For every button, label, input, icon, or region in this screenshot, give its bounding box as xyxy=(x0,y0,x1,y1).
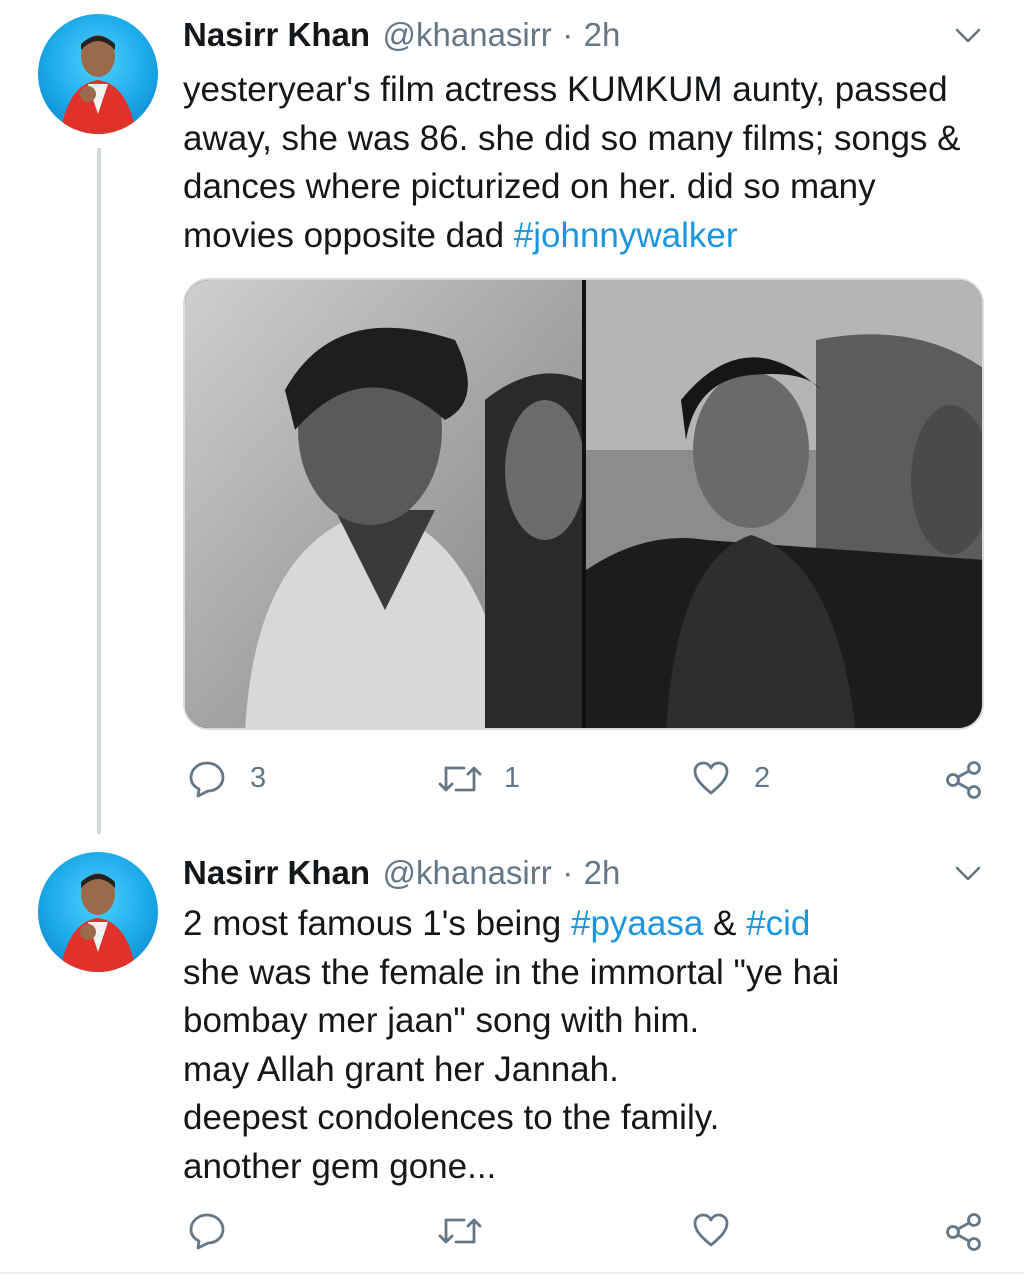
reply-icon[interactable] xyxy=(188,1212,226,1250)
tweet-text: 2 most famous 1's being #pyaasa & #cid s… xyxy=(183,900,1003,1191)
tweet-text-body: 2 most famous 1's being xyxy=(183,904,571,943)
like-count: 2 xyxy=(754,762,771,794)
author-handle[interactable]: @khanasirr xyxy=(383,16,552,53)
hashtag-link[interactable]: #pyaasa xyxy=(571,904,703,943)
author-handle[interactable]: @khanasirr xyxy=(383,854,552,891)
separator-dot: · xyxy=(562,854,574,891)
heart-icon[interactable] xyxy=(692,1212,730,1248)
share-icon[interactable] xyxy=(944,1212,984,1252)
reply-icon[interactable] xyxy=(188,760,226,798)
tweet-media-grid xyxy=(183,278,984,730)
tweet-text-body: she was the female in the immortal "ye h… xyxy=(183,952,840,1186)
media-photo-left[interactable] xyxy=(185,280,585,728)
retweet-count: 1 xyxy=(504,762,521,794)
divider xyxy=(0,1272,1024,1274)
tweet-text: yesteryear's film actress KUMKUM aunty, … xyxy=(183,66,1003,260)
heart-icon[interactable] xyxy=(692,760,730,796)
author-name[interactable]: Nasirr Khan xyxy=(183,854,370,891)
retweet-icon[interactable] xyxy=(438,1214,482,1248)
reply-count: 3 xyxy=(250,762,267,794)
share-icon[interactable] xyxy=(944,760,984,800)
chevron-down-icon[interactable] xyxy=(955,866,981,882)
retweet-icon[interactable] xyxy=(438,762,482,796)
hashtag-link[interactable]: #cid xyxy=(746,904,810,943)
tweet-header: Nasirr Khan @khanasirr · 2h xyxy=(183,16,620,54)
avatar[interactable] xyxy=(38,14,158,134)
author-name[interactable]: Nasirr Khan xyxy=(183,16,370,53)
tweet-header: Nasirr Khan @khanasirr · 2h xyxy=(183,854,620,892)
media-photo-right[interactable] xyxy=(586,280,982,728)
thread-connector-line xyxy=(97,148,101,834)
avatar[interactable] xyxy=(38,852,158,972)
separator-dot: · xyxy=(562,16,574,53)
tweet-text-body: & xyxy=(703,904,747,943)
tweet-timestamp[interactable]: 2h xyxy=(584,854,621,891)
hashtag-link[interactable]: #johnnywalker xyxy=(514,216,738,255)
chevron-down-icon[interactable] xyxy=(955,28,981,44)
tweet-timestamp[interactable]: 2h xyxy=(584,16,621,53)
